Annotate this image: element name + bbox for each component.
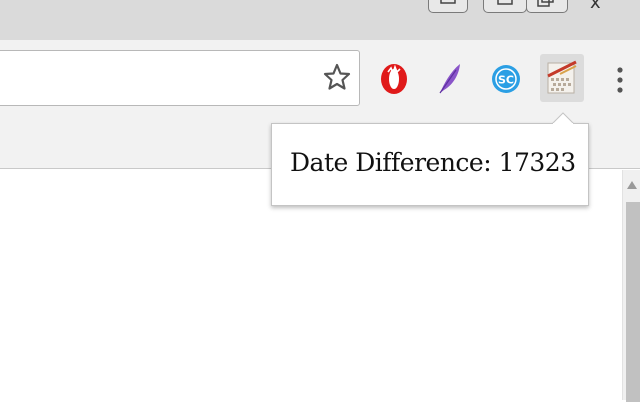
scroll-up-arrow-icon[interactable] — [626, 180, 638, 190]
scrollbar-thumb[interactable] — [626, 202, 640, 402]
extension-sc-button[interactable]: SC — [486, 58, 526, 100]
three-dot-menu-icon[interactable] — [612, 62, 628, 98]
restore-button[interactable] — [526, 0, 568, 13]
date-difference-text: Date Difference: 17323 — [290, 148, 576, 177]
sc-circle-icon: SC — [492, 65, 520, 93]
popup-arrow — [552, 112, 574, 124]
restore-icon — [537, 0, 554, 7]
maximize-button[interactable] — [483, 0, 527, 13]
date-difference-icon — [547, 60, 577, 94]
vertical-scrollbar[interactable] — [622, 170, 640, 402]
svg-text:SC: SC — [498, 74, 514, 87]
opera-o-icon — [381, 64, 407, 94]
extension-opera-button[interactable] — [374, 58, 414, 100]
address-bar[interactable] — [0, 50, 360, 106]
purple-feather-icon — [439, 64, 460, 94]
extension-date-difference-button[interactable] — [540, 54, 584, 102]
extension-quill-button[interactable] — [430, 58, 470, 100]
extension-popup: Date Difference: 17323 — [271, 123, 589, 206]
close-window-button[interactable]: x — [590, 0, 601, 13]
minimize-button[interactable] — [428, 0, 468, 13]
maximize-icon — [497, 0, 513, 5]
star-outline-icon[interactable] — [322, 62, 352, 92]
minimize-icon — [440, 0, 456, 4]
window-titlebar: x — [0, 0, 640, 40]
